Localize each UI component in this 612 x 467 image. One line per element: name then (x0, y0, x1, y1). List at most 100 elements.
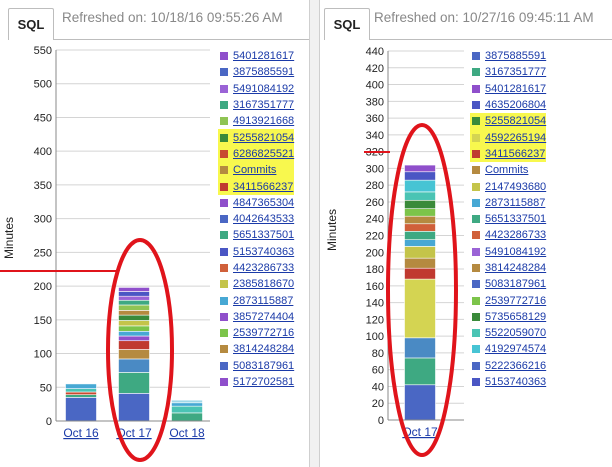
legend-link[interactable]: 3167351777 (233, 99, 294, 111)
legend-link[interactable]: 3814248284 (233, 343, 294, 355)
legend-item[interactable]: 5255821054 (218, 129, 295, 146)
legend-item[interactable]: 4592265194 (470, 129, 547, 146)
legend-item[interactable]: 5153740363 (218, 244, 294, 260)
legend-link[interactable]: 4592265194 (485, 132, 546, 144)
legend-link[interactable]: 5083187961 (233, 360, 294, 372)
legend-swatch (220, 117, 228, 126)
legend-item[interactable]: 5735658129 (470, 309, 546, 325)
legend-link[interactable]: Commits (485, 164, 528, 176)
legend-item[interactable]: 4042643533 (218, 211, 294, 227)
legend-link[interactable]: 2873115887 (233, 295, 293, 307)
bar-segment (404, 171, 436, 181)
legend-link[interactable]: 3411566237 (485, 148, 545, 160)
legend-link[interactable]: 5255821054 (485, 115, 546, 127)
legend-item[interactable]: 3411566237 (470, 145, 547, 163)
legend-item[interactable]: 3875885591 (218, 64, 294, 80)
legend-item[interactable]: 5222366216 (470, 358, 546, 374)
legend-item[interactable]: 2539772716 (218, 325, 294, 341)
bars (65, 287, 203, 422)
legend-item[interactable]: 2147493680 (470, 178, 546, 194)
legend-link[interactable]: 5153740363 (233, 246, 294, 258)
legend-link[interactable]: 6286825521 (233, 148, 294, 160)
legend-item[interactable]: 2539772716 (470, 292, 546, 308)
legend-link[interactable]: 3857274404 (233, 311, 294, 323)
legend-item[interactable]: 3814248284 (470, 260, 546, 276)
legend-link[interactable]: 4042643533 (233, 213, 294, 225)
legend-item[interactable]: Commits (470, 162, 546, 178)
legend-item[interactable]: 4192974574 (470, 341, 546, 357)
legend-link[interactable]: 4913921668 (233, 115, 294, 127)
legend-swatch (220, 264, 228, 272)
legend-item[interactable]: 5491084192 (470, 244, 546, 260)
legend-link[interactable]: 4192974574 (485, 343, 546, 355)
legend-item[interactable]: 3875885591 (470, 48, 546, 64)
legend-link[interactable]: 5735658129 (485, 311, 546, 323)
legend-link[interactable]: 5401281617 (485, 83, 546, 95)
legend-item[interactable]: 2873115887 (470, 195, 546, 211)
legend-link[interactable]: 5522059070 (485, 327, 546, 339)
legend-item[interactable]: 5083187961 (218, 358, 294, 374)
legend-item[interactable]: 4423286733 (470, 227, 546, 243)
legend-link[interactable]: 4423286733 (485, 229, 546, 241)
y-tick-label: 250 (34, 247, 52, 259)
legend-item[interactable]: 5153740363 (470, 374, 546, 390)
legend-link[interactable]: 2385818670 (233, 278, 294, 290)
legend-item[interactable]: 5083187961 (470, 276, 546, 292)
legend-item[interactable]: 5522059070 (470, 325, 546, 341)
bar-segment (118, 372, 150, 394)
legend-link[interactable]: Commits (233, 164, 276, 176)
bar-segment (404, 179, 436, 193)
legend-link[interactable]: 2539772716 (233, 327, 294, 339)
y-tick-label: 220 (366, 231, 384, 243)
legend-item[interactable]: 5491084192 (218, 81, 294, 97)
legend-link[interactable]: 5491084192 (485, 246, 546, 258)
legend-link[interactable]: 5172702581 (233, 376, 294, 388)
y-tick-label: 200 (34, 281, 52, 293)
legend-link[interactable]: 2147493680 (485, 181, 546, 193)
legend-item[interactable]: 5255821054 (470, 113, 547, 130)
bar-segment (404, 208, 436, 217)
legend-item[interactable]: Commits (218, 162, 295, 179)
legend: 5401281617 3875885591 5491084192 3167351777… (218, 48, 295, 390)
legend-item[interactable]: 4913921668 (218, 113, 294, 129)
legend-item[interactable]: 3167351777 (218, 97, 294, 113)
legend-link[interactable]: 2873115887 (485, 197, 545, 209)
legend-item[interactable]: 5651337501 (470, 211, 546, 227)
legend-link[interactable]: 2539772716 (485, 295, 546, 307)
legend-item[interactable]: 4635206804 (470, 97, 546, 113)
legend-item[interactable]: 5172702581 (218, 374, 294, 390)
legend-item[interactable]: 2385818670 (218, 276, 294, 292)
legend-item[interactable]: 4423286733 (218, 260, 294, 276)
legend-item[interactable]: 5401281617 (470, 81, 546, 97)
legend-link[interactable]: 5153740363 (485, 376, 546, 388)
legend-link[interactable]: 4423286733 (233, 262, 294, 274)
legend-link[interactable]: 3167351777 (485, 66, 546, 78)
legend-link[interactable]: 4635206804 (485, 99, 546, 111)
legend-item[interactable]: 4847365304 (218, 195, 294, 211)
legend-link[interactable]: 4847365304 (233, 197, 294, 209)
legend-item[interactable]: 6286825521 (218, 145, 295, 163)
legend-item[interactable]: 5401281617 (218, 48, 294, 64)
legend-link[interactable]: 5255821054 (233, 132, 294, 144)
stacked-bar-chart: 0 20 40 60 80 100 120 140 160 180 200 220 240 260 280 3… (325, 46, 464, 457)
bar-segment (118, 330, 150, 337)
legend-link[interactable]: 5401281617 (233, 50, 294, 62)
legend-item[interactable]: 3857274404 (218, 309, 294, 325)
legend-link[interactable]: 5651337501 (485, 213, 546, 225)
legend-item[interactable]: 3814248284 (218, 341, 294, 357)
y-tick-label: 340 (366, 130, 384, 142)
legend-link[interactable]: 5491084192 (233, 83, 294, 95)
legend-link[interactable]: 3411566237 (233, 181, 293, 193)
legend-item[interactable]: 3167351777 (470, 64, 546, 80)
legend-link[interactable]: 3875885591 (485, 50, 546, 62)
legend-link[interactable]: 5651337501 (233, 229, 294, 241)
legend-link[interactable]: 5083187961 (485, 278, 546, 290)
legend-item[interactable]: 5651337501 (218, 227, 294, 243)
legend-swatch (472, 198, 480, 207)
legend-link[interactable]: 3814248284 (485, 262, 546, 274)
legend-link[interactable]: 5222366216 (485, 360, 546, 372)
legend-item[interactable]: 3411566237 (218, 178, 295, 195)
legend-swatch (220, 84, 228, 93)
legend-link[interactable]: 3875885591 (233, 66, 294, 78)
legend-item[interactable]: 2873115887 (218, 292, 294, 308)
